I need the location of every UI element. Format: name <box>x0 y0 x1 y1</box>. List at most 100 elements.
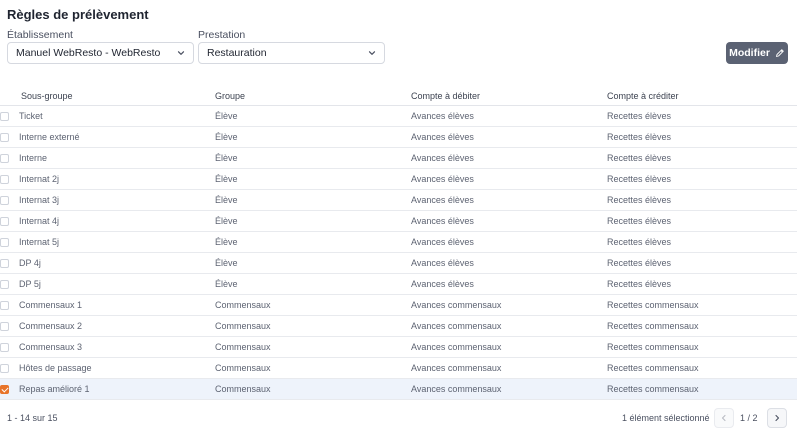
row-checkbox[interactable] <box>0 153 9 163</box>
cell-groupe: Élève <box>215 153 238 163</box>
prestation-value: Restauration <box>207 47 267 59</box>
cell-groupe: Commensaux <box>215 321 271 331</box>
cell-groupe: Élève <box>215 216 238 226</box>
table-row[interactable]: Repas amélioré 1 Commensaux Avances commen… <box>0 379 797 400</box>
cell-compte-debit: Avances élèves <box>411 153 474 163</box>
cell-sous-groupe: Commensaux 3 <box>19 342 83 352</box>
etablissement-select[interactable]: Manuel WebResto - WebResto <box>7 42 194 64</box>
pagination-count: 1 - 14 sur 15 <box>7 413 58 423</box>
cell-groupe: Commensaux <box>215 384 271 394</box>
row-check-cell <box>0 148 19 168</box>
row-check-cell <box>0 169 19 189</box>
table-row[interactable]: Ticket Élève Avances élèves Recettes élèves <box>0 106 797 127</box>
table-row[interactable]: Hôtes de passage Commensaux Avances commen… <box>0 358 797 379</box>
cell-groupe: Commensaux <box>215 342 271 352</box>
row-checkbox[interactable] <box>0 363 9 373</box>
modify-button[interactable]: Modifier <box>726 42 788 64</box>
table-row[interactable]: Commensaux 2 Commensaux Avances commensaux… <box>0 316 797 337</box>
row-checkbox[interactable] <box>0 111 9 121</box>
page-indicator: 1 / 2 <box>740 413 758 423</box>
cell-compte-credit: Recettes commensaux <box>607 300 699 310</box>
modify-button-label: Modifier <box>729 47 770 59</box>
table-row[interactable]: Interne Élève Avances élèves Recettes élève… <box>0 148 797 169</box>
row-checkbox[interactable] <box>0 384 9 394</box>
cell-compte-debit: Avances élèves <box>411 111 474 121</box>
cell-sous-groupe: DP 5j <box>19 279 41 289</box>
row-checkbox[interactable] <box>0 216 9 226</box>
row-checkbox[interactable] <box>0 237 9 247</box>
cell-compte-credit: Recettes élèves <box>607 279 672 289</box>
row-check-cell <box>0 379 19 399</box>
cell-compte-credit: Recettes élèves <box>607 237 672 247</box>
cell-compte-credit: Recettes élèves <box>607 195 672 205</box>
cell-compte-debit: Avances élèves <box>411 174 474 184</box>
page-title: Règles de prélèvement <box>7 7 149 22</box>
header-compte-debit[interactable]: Compte à débiter <box>411 91 607 101</box>
chevron-right-icon <box>775 414 780 422</box>
cell-sous-groupe: Interne <box>19 153 48 163</box>
row-checkbox[interactable] <box>0 195 9 205</box>
row-checkbox[interactable] <box>0 321 9 331</box>
prev-page-button[interactable] <box>714 408 734 428</box>
header-sous-groupe[interactable]: Sous-groupe <box>19 91 215 101</box>
cell-compte-debit: Avances commensaux <box>411 342 502 352</box>
table-row[interactable]: Internat 5j Élève Avances élèves Recettes é… <box>0 232 797 253</box>
table-row[interactable]: Interne externé Élève Avances élèves Recett… <box>0 127 797 148</box>
row-checkbox[interactable] <box>0 258 9 268</box>
cell-sous-groupe: Internat 3j <box>19 195 60 205</box>
cell-compte-credit: Recettes élèves <box>607 174 672 184</box>
cell-compte-debit: Avances commensaux <box>411 300 502 310</box>
cell-sous-groupe: Repas amélioré 1 <box>19 384 90 394</box>
row-check-cell <box>0 253 19 273</box>
cell-sous-groupe: Ticket <box>19 111 43 121</box>
header-check-cell <box>0 87 19 105</box>
prestation-label: Prestation <box>198 29 246 41</box>
cell-groupe: Élève <box>215 111 238 121</box>
etablissement-value: Manuel WebResto - WebResto <box>16 47 161 59</box>
cell-groupe: Élève <box>215 237 238 247</box>
table-body: Ticket Élève Avances élèves Recettes élèves… <box>0 106 797 400</box>
cell-compte-credit: Recettes commensaux <box>607 363 699 373</box>
cell-compte-credit: Recettes élèves <box>607 153 672 163</box>
table-row[interactable]: Internat 4j Élève Avances élèves Recettes é… <box>0 211 797 232</box>
cell-compte-debit: Avances commensaux <box>411 363 502 373</box>
selection-count: 1 élément sélectionné <box>622 413 710 423</box>
row-checkbox[interactable] <box>0 279 9 289</box>
table-header: Sous-groupe Groupe Compte à débiter Comp… <box>0 87 797 106</box>
table-row[interactable]: Commensaux 1 Commensaux Avances commensaux… <box>0 295 797 316</box>
header-compte-credit[interactable]: Compte à créditer <box>607 91 797 101</box>
row-check-cell <box>0 337 19 357</box>
prestation-select[interactable]: Restauration <box>198 42 385 64</box>
cell-sous-groupe: Commensaux 2 <box>19 321 83 331</box>
cell-sous-groupe: DP 4j <box>19 258 41 268</box>
cell-compte-credit: Recettes commensaux <box>607 342 699 352</box>
row-check-cell <box>0 358 19 378</box>
cell-compte-debit: Avances commensaux <box>411 321 502 331</box>
row-check-cell <box>0 190 19 210</box>
header-groupe[interactable]: Groupe <box>215 91 411 101</box>
row-checkbox[interactable] <box>0 342 9 352</box>
cell-compte-debit: Avances élèves <box>411 237 474 247</box>
row-check-cell <box>0 211 19 231</box>
cell-groupe: Commensaux <box>215 300 271 310</box>
row-check-cell <box>0 127 19 147</box>
table-row[interactable]: DP 4j Élève Avances élèves Recettes élèves <box>0 253 797 274</box>
cell-compte-credit: Recettes commensaux <box>607 384 699 394</box>
cell-compte-debit: Avances élèves <box>411 195 474 205</box>
cell-groupe: Élève <box>215 258 238 268</box>
table-row[interactable]: Internat 3j Élève Avances élèves Recettes é… <box>0 190 797 211</box>
cell-sous-groupe: Interne externé <box>19 132 80 142</box>
row-checkbox[interactable] <box>0 300 9 310</box>
cell-sous-groupe: Commensaux 1 <box>19 300 83 310</box>
row-checkbox[interactable] <box>0 174 9 184</box>
table-row[interactable]: DP 5j Élève Avances élèves Recettes élèves <box>0 274 797 295</box>
row-checkbox[interactable] <box>0 132 9 142</box>
next-page-button[interactable] <box>767 408 787 428</box>
table-row[interactable]: Internat 2j Élève Avances élèves Recettes é… <box>0 169 797 190</box>
chevron-down-icon <box>177 51 185 55</box>
table-row[interactable]: Commensaux 3 Commensaux Avances commensaux… <box>0 337 797 358</box>
row-check-cell <box>0 316 19 336</box>
pencil-icon <box>775 49 784 57</box>
cell-sous-groupe: Hôtes de passage <box>19 363 92 373</box>
cell-groupe: Élève <box>215 132 238 142</box>
